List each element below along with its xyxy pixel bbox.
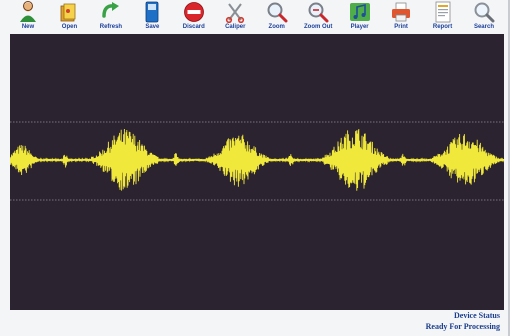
zoom-in-magnifier-icon bbox=[267, 2, 288, 23]
report-label: Report bbox=[432, 24, 453, 30]
search-label: Search bbox=[473, 24, 494, 30]
discard-no-entry-icon bbox=[183, 2, 204, 22]
caliper-button[interactable]: Caliper bbox=[215, 0, 255, 34]
player-label: Player bbox=[350, 24, 369, 30]
person-icon bbox=[20, 1, 36, 22]
open-button[interactable]: Open bbox=[49, 0, 89, 34]
folder-open-icon bbox=[61, 3, 76, 22]
zoom-out-label: Zoom Out bbox=[304, 24, 333, 30]
audio-waveform bbox=[10, 128, 504, 191]
waveform-canvas bbox=[10, 121, 504, 201]
report-button[interactable]: Report bbox=[423, 0, 463, 34]
print-label: Print bbox=[394, 24, 408, 30]
zoom-label: Zoom bbox=[268, 24, 285, 30]
save-label: Save bbox=[145, 24, 160, 30]
caliper-scissors-icon bbox=[226, 3, 245, 23]
search-magnifier-icon bbox=[474, 2, 495, 23]
search-button[interactable]: Search bbox=[464, 0, 504, 34]
print-button[interactable]: Print bbox=[381, 0, 421, 34]
zoom-button[interactable]: Zoom bbox=[257, 0, 297, 34]
app-window: New Open Refresh Save Discard Caliper Zo… bbox=[0, 0, 510, 336]
refresh-button[interactable]: Refresh bbox=[91, 0, 131, 34]
device-status-title: Device Status bbox=[454, 311, 500, 320]
music-notes-icon bbox=[349, 3, 370, 21]
new-label: New bbox=[21, 24, 35, 30]
toolbar: New Open Refresh Save Discard Caliper Zo… bbox=[8, 0, 504, 34]
save-button[interactable]: Save bbox=[132, 0, 172, 34]
save-disk-icon bbox=[145, 1, 159, 23]
device-status-value: Ready For Processing bbox=[425, 322, 500, 331]
zoom-out-button[interactable]: Zoom Out bbox=[298, 0, 338, 34]
open-label: Open bbox=[61, 24, 78, 30]
new-button[interactable]: New bbox=[8, 0, 48, 34]
zoom-out-magnifier-icon bbox=[308, 2, 329, 23]
refresh-arrow-icon bbox=[102, 2, 119, 18]
report-document-icon bbox=[435, 1, 450, 23]
discard-button[interactable]: Discard bbox=[174, 0, 214, 34]
caliper-label: Caliper bbox=[225, 24, 246, 30]
discard-label: Discard bbox=[182, 24, 205, 30]
printer-icon bbox=[392, 2, 411, 22]
refresh-label: Refresh bbox=[99, 24, 123, 30]
device-status-panel: Device Status Ready For Processing bbox=[380, 310, 504, 336]
player-button[interactable]: Player bbox=[340, 0, 380, 34]
waveform-display[interactable] bbox=[10, 34, 504, 310]
